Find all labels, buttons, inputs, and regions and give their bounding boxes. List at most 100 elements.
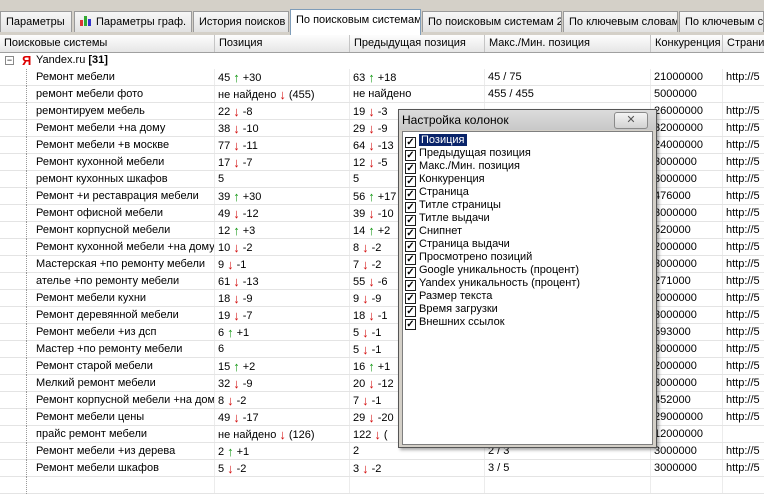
tab-by-search-engines-2[interactable]: По поисковым системам 2 <box>422 11 562 32</box>
dialog-titlebar[interactable]: Настройка колонок ✕ <box>399 110 656 130</box>
column-option[interactable]: ✓ Yandex уникальность (процент) <box>405 277 580 291</box>
table-row[interactable]: Ремонт мебели шкафов 5 ↓ -2 3 ↓ -2 3 / 5 3000000… <box>0 460 764 477</box>
competition-cell: 3000000 <box>651 256 723 272</box>
column-option[interactable]: ✓ Время загрузки <box>405 303 498 317</box>
table-row[interactable] <box>0 477 764 494</box>
competition-cell: 3000000 <box>651 307 723 323</box>
position-value: 45 <box>218 72 231 84</box>
position-cell: 15 ↑ +2 <box>215 358 350 374</box>
tree-line <box>26 443 28 460</box>
previous-position-value: 5 <box>353 173 360 185</box>
group-row-yandex[interactable]: − Я Yandex.ru [31] <box>0 52 764 69</box>
column-option-label: Титле выдачи <box>419 212 490 224</box>
page-cell: http://5 <box>723 460 764 476</box>
competition-value: 2000000 <box>654 292 697 304</box>
competition-cell <box>651 477 723 493</box>
competition-value: 3000000 <box>654 377 697 389</box>
column-header-previous-position[interactable]: Предыдущая позиция <box>350 35 485 52</box>
competition-cell: 593000 <box>651 324 723 340</box>
tab-by-keywords[interactable]: По ключевым словам <box>563 11 678 32</box>
page-cell: http://5 <box>723 205 764 221</box>
table-row[interactable]: Ремонт мебели 45 ↑ +30 63 ↑ +18 45 / 75 21000000… <box>0 69 764 86</box>
page-value: http://5 <box>726 241 760 253</box>
column-option[interactable]: ✓ Позиция <box>405 133 468 148</box>
position-cell: 10 ↓ -2 <box>215 239 350 255</box>
column-option-label: Позиция <box>418 133 468 147</box>
tab-search-history[interactable]: История поисков <box>193 11 289 32</box>
arrow-down-icon: ↓ <box>227 461 234 476</box>
tab-graph-parameters[interactable]: Параметры граф. <box>74 11 192 32</box>
query-cell: Ремонт мебели кухни <box>33 290 215 306</box>
column-header-max-min-position[interactable]: Макс./Мин. позиция <box>485 35 651 52</box>
query-cell: ремонт кухонных шкафов <box>33 171 215 187</box>
arrow-down-icon: ↓ <box>279 87 286 102</box>
page-cell: http://5 <box>723 222 764 238</box>
tree-line <box>26 120 28 137</box>
previous-position-value: 9 <box>353 293 360 305</box>
position-change: -7 <box>242 157 253 169</box>
group-label: Yandex.ru [31] <box>36 52 108 69</box>
query-text: Ремонт мебели +на дому <box>36 122 166 134</box>
position-change: +3 <box>242 225 256 237</box>
column-option-label: Страница выдачи <box>419 238 510 250</box>
tab-label: Параметры <box>6 16 65 28</box>
column-header-search-engines[interactable]: Поисковые системы <box>0 35 215 52</box>
checkbox[interactable]: ✓ <box>405 319 416 330</box>
column-header-competition[interactable]: Конкуренция <box>651 35 723 52</box>
tree-line <box>26 392 28 409</box>
competition-value: 26000000 <box>654 105 703 117</box>
query-text: ремонт мебели фото <box>36 88 144 100</box>
column-option[interactable]: ✓ Макс./Мин. позиция <box>405 160 520 174</box>
position-value: 6 <box>218 327 225 339</box>
column-option[interactable]: ✓ Размер текста <box>405 290 492 304</box>
competition-value: 3000000 <box>654 445 697 457</box>
position-cell: 38 ↓ -10 <box>215 120 350 136</box>
tab-by-keywords-2[interactable]: По ключевым сл <box>679 11 764 32</box>
tab-by-search-engines[interactable]: По поисковым системам <box>290 9 421 35</box>
query-cell: Ремонт кухонной мебели +на дому <box>33 239 215 255</box>
page-cell: http://5 <box>723 256 764 272</box>
column-option[interactable]: ✓ Страница выдачи <box>405 238 510 252</box>
column-option[interactable]: ✓ Конкуренция <box>405 173 485 187</box>
previous-position-value: 14 <box>353 225 366 237</box>
column-header-page[interactable]: Страни <box>723 35 764 52</box>
column-option[interactable]: ✓ Титле страницы <box>405 199 501 213</box>
arrow-down-icon: ↓ <box>233 376 240 391</box>
table-row[interactable]: ремонт мебели фото не найдено ↓ (455) не най… <box>0 86 764 103</box>
query-text: Мастер +по ремонту мебели <box>36 343 183 355</box>
arrow-down-icon: ↓ <box>233 240 240 255</box>
column-option[interactable]: ✓ Титле выдачи <box>405 212 490 226</box>
page-cell: http://5 <box>723 375 764 391</box>
group-count: [31] <box>88 54 108 66</box>
tab-label: По поисковым системам 2 <box>428 16 562 28</box>
collapse-icon[interactable]: − <box>5 56 14 65</box>
arrow-down-icon: ↓ <box>233 308 240 323</box>
tree-line <box>26 460 28 477</box>
tab-label: История поисков <box>199 16 286 28</box>
query-text: Мастерская +по ремонту мебели <box>36 258 206 270</box>
previous-position-value: 39 <box>353 208 366 220</box>
tree-line <box>26 103 28 120</box>
arrow-down-icon: ↓ <box>368 410 375 425</box>
column-option[interactable]: ✓ Просмотрено позиций <box>405 251 532 265</box>
close-button[interactable]: ✕ <box>614 112 648 129</box>
page-cell <box>723 426 764 442</box>
position-value: 61 <box>218 276 231 288</box>
query-cell: Ремонт мебели +в москве <box>33 137 215 153</box>
page-cell: http://5 <box>723 154 764 170</box>
competition-value: 476000 <box>654 190 691 202</box>
column-option[interactable]: ✓ Предыдущая позиция <box>405 147 531 161</box>
position-cell: 77 ↓ -11 <box>215 137 350 153</box>
tab-parameters[interactable]: Параметры <box>0 11 72 32</box>
page-cell: http://5 <box>723 307 764 323</box>
position-value: 15 <box>218 361 231 373</box>
position-cell: 5 ↓ -2 <box>215 460 350 476</box>
column-option[interactable]: ✓ Внешних ссылок <box>405 316 505 330</box>
column-option[interactable]: ✓ Google уникальность (процент) <box>405 264 579 278</box>
page-cell: http://5 <box>723 273 764 289</box>
competition-cell: 26000000 <box>651 103 723 119</box>
page-cell: http://5 <box>723 103 764 119</box>
column-header-position[interactable]: Позиция <box>215 35 350 52</box>
column-option[interactable]: ✓ Страница <box>405 186 469 200</box>
column-option[interactable]: ✓ Снипнет <box>405 225 462 239</box>
